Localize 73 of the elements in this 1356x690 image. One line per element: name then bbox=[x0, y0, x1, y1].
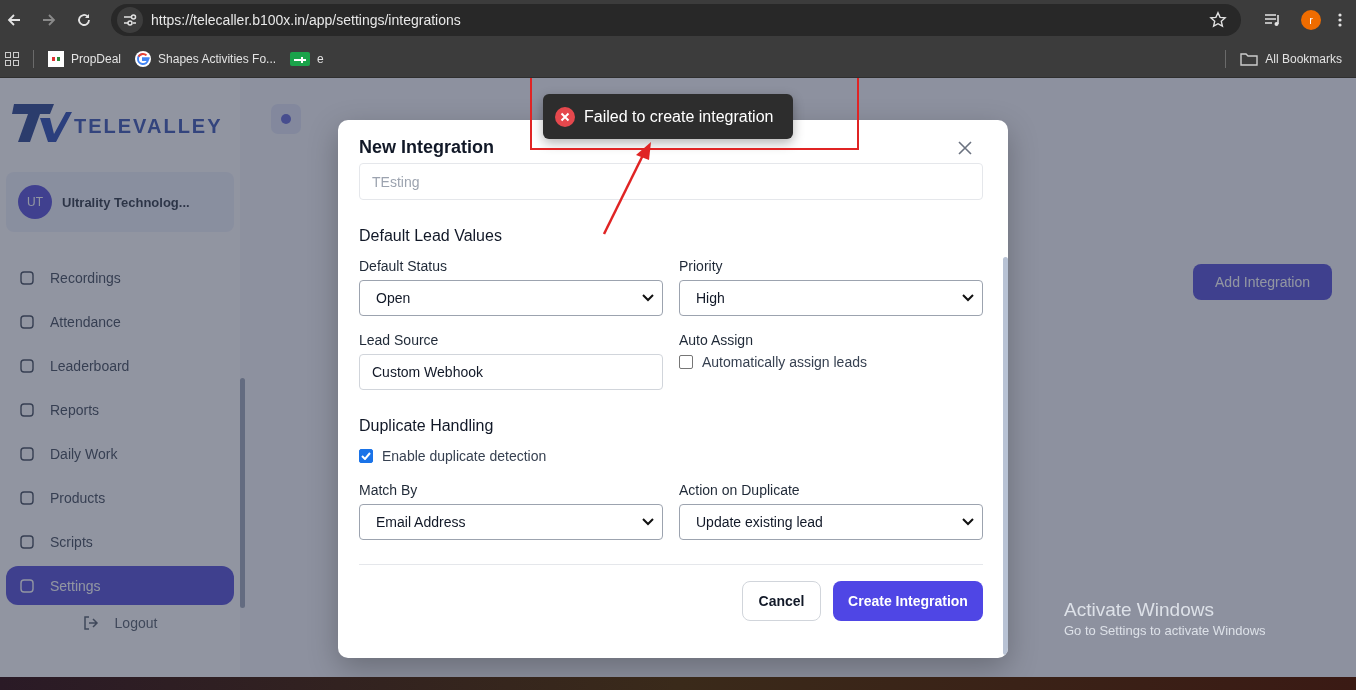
square-icon bbox=[20, 358, 34, 373]
square-icon bbox=[20, 490, 34, 505]
nav-item[interactable]: Products bbox=[6, 478, 234, 517]
media-queue-icon[interactable] bbox=[1264, 12, 1282, 28]
profile-avatar[interactable]: r bbox=[1301, 10, 1321, 30]
logout-icon bbox=[82, 615, 99, 631]
nav-item[interactable]: Daily Work bbox=[6, 434, 234, 473]
field-label: Match By bbox=[359, 482, 419, 498]
address-bar[interactable]: https://telecaller.b100x.in/app/settings/integrations bbox=[111, 4, 1241, 36]
field-label: Priority bbox=[679, 258, 724, 274]
site-icon bbox=[48, 50, 64, 67]
text-field[interactable]: TEsting bbox=[359, 163, 983, 200]
select-field[interactable]: High bbox=[679, 280, 983, 316]
nav-item[interactable]: Recordings bbox=[6, 258, 234, 297]
section-heading: Default Lead Values bbox=[359, 227, 503, 245]
logo-text: TELEVALLEY bbox=[74, 115, 223, 138]
section-heading: Duplicate Handling bbox=[359, 417, 495, 435]
url-text: https://telecaller.b100x.in/app/settings/integrations bbox=[151, 12, 461, 28]
star-icon[interactable] bbox=[1209, 11, 1227, 29]
close-icon[interactable] bbox=[958, 140, 972, 155]
create-button[interactable]: Create Integration bbox=[833, 581, 983, 621]
select-field[interactable]: Update existing lead bbox=[679, 504, 983, 540]
text-field[interactable]: Custom Webhook bbox=[359, 354, 663, 390]
field-label: Lead Source bbox=[359, 332, 440, 348]
menu-icon[interactable] bbox=[1338, 12, 1342, 28]
reload-icon[interactable] bbox=[76, 12, 92, 28]
user-name: Ultrality Technolog... bbox=[62, 194, 190, 210]
checkbox[interactable] bbox=[679, 355, 693, 369]
nav-item[interactable]: Settings bbox=[6, 566, 234, 605]
chevron-icon bbox=[962, 518, 974, 526]
apps-icon[interactable] bbox=[5, 51, 19, 66]
field-label: Auto Assign bbox=[679, 332, 754, 348]
logout-button[interactable]: Logout bbox=[82, 615, 158, 631]
toast-message: Failed to create integration bbox=[584, 107, 774, 126]
settings-icon bbox=[271, 104, 301, 134]
nav-item[interactable]: Attendance bbox=[6, 302, 234, 341]
square-icon bbox=[20, 578, 34, 593]
folder-icon bbox=[1240, 51, 1259, 66]
cancel-button[interactable]: Cancel bbox=[742, 581, 821, 621]
select-field[interactable]: Email Address bbox=[359, 504, 663, 540]
chevron-icon bbox=[642, 518, 654, 526]
bookmark[interactable]: PropDeal bbox=[48, 50, 122, 67]
user-card[interactable]: UT Ultrality Technolog... bbox=[6, 172, 234, 232]
square-icon bbox=[20, 314, 34, 329]
square-icon bbox=[20, 446, 34, 461]
activation-title: Activate Windows bbox=[1064, 599, 1215, 621]
error-icon bbox=[555, 106, 575, 127]
square-icon bbox=[20, 534, 34, 549]
checkbox-label: Enable duplicate detection bbox=[382, 448, 547, 464]
back-icon[interactable] bbox=[6, 12, 22, 28]
add-integration-button[interactable]: Add Integration bbox=[1193, 264, 1332, 300]
site-settings-icon[interactable] bbox=[117, 7, 143, 33]
checkbox[interactable] bbox=[359, 449, 373, 463]
square-icon bbox=[20, 402, 34, 417]
google-icon bbox=[135, 50, 152, 67]
bookmark[interactable]: Shapes Activities Fo... bbox=[135, 50, 277, 67]
chevron-icon bbox=[962, 294, 974, 302]
forward-icon[interactable] bbox=[41, 12, 57, 28]
chevron-icon bbox=[642, 294, 654, 302]
square-icon bbox=[20, 270, 34, 285]
field-label: Default Status bbox=[359, 258, 448, 274]
checkbox-label: Automatically assign leads bbox=[702, 354, 867, 370]
bookmark[interactable]: e bbox=[290, 51, 324, 66]
user-avatar: UT bbox=[18, 185, 52, 219]
nav-item[interactable]: Leaderboard bbox=[6, 346, 234, 385]
nav-item[interactable]: Reports bbox=[6, 390, 234, 429]
nav-item[interactable]: Scripts bbox=[6, 522, 234, 561]
field-label: Action on Duplicate bbox=[679, 482, 801, 498]
sheet-icon bbox=[290, 51, 311, 66]
activation-text: Go to Settings to activate Windows bbox=[1064, 623, 1266, 638]
all-bookmarks[interactable]: All Bookmarks bbox=[1240, 51, 1342, 66]
select-field[interactable]: Open bbox=[359, 280, 663, 316]
dialog-title: New Integration bbox=[359, 137, 494, 158]
